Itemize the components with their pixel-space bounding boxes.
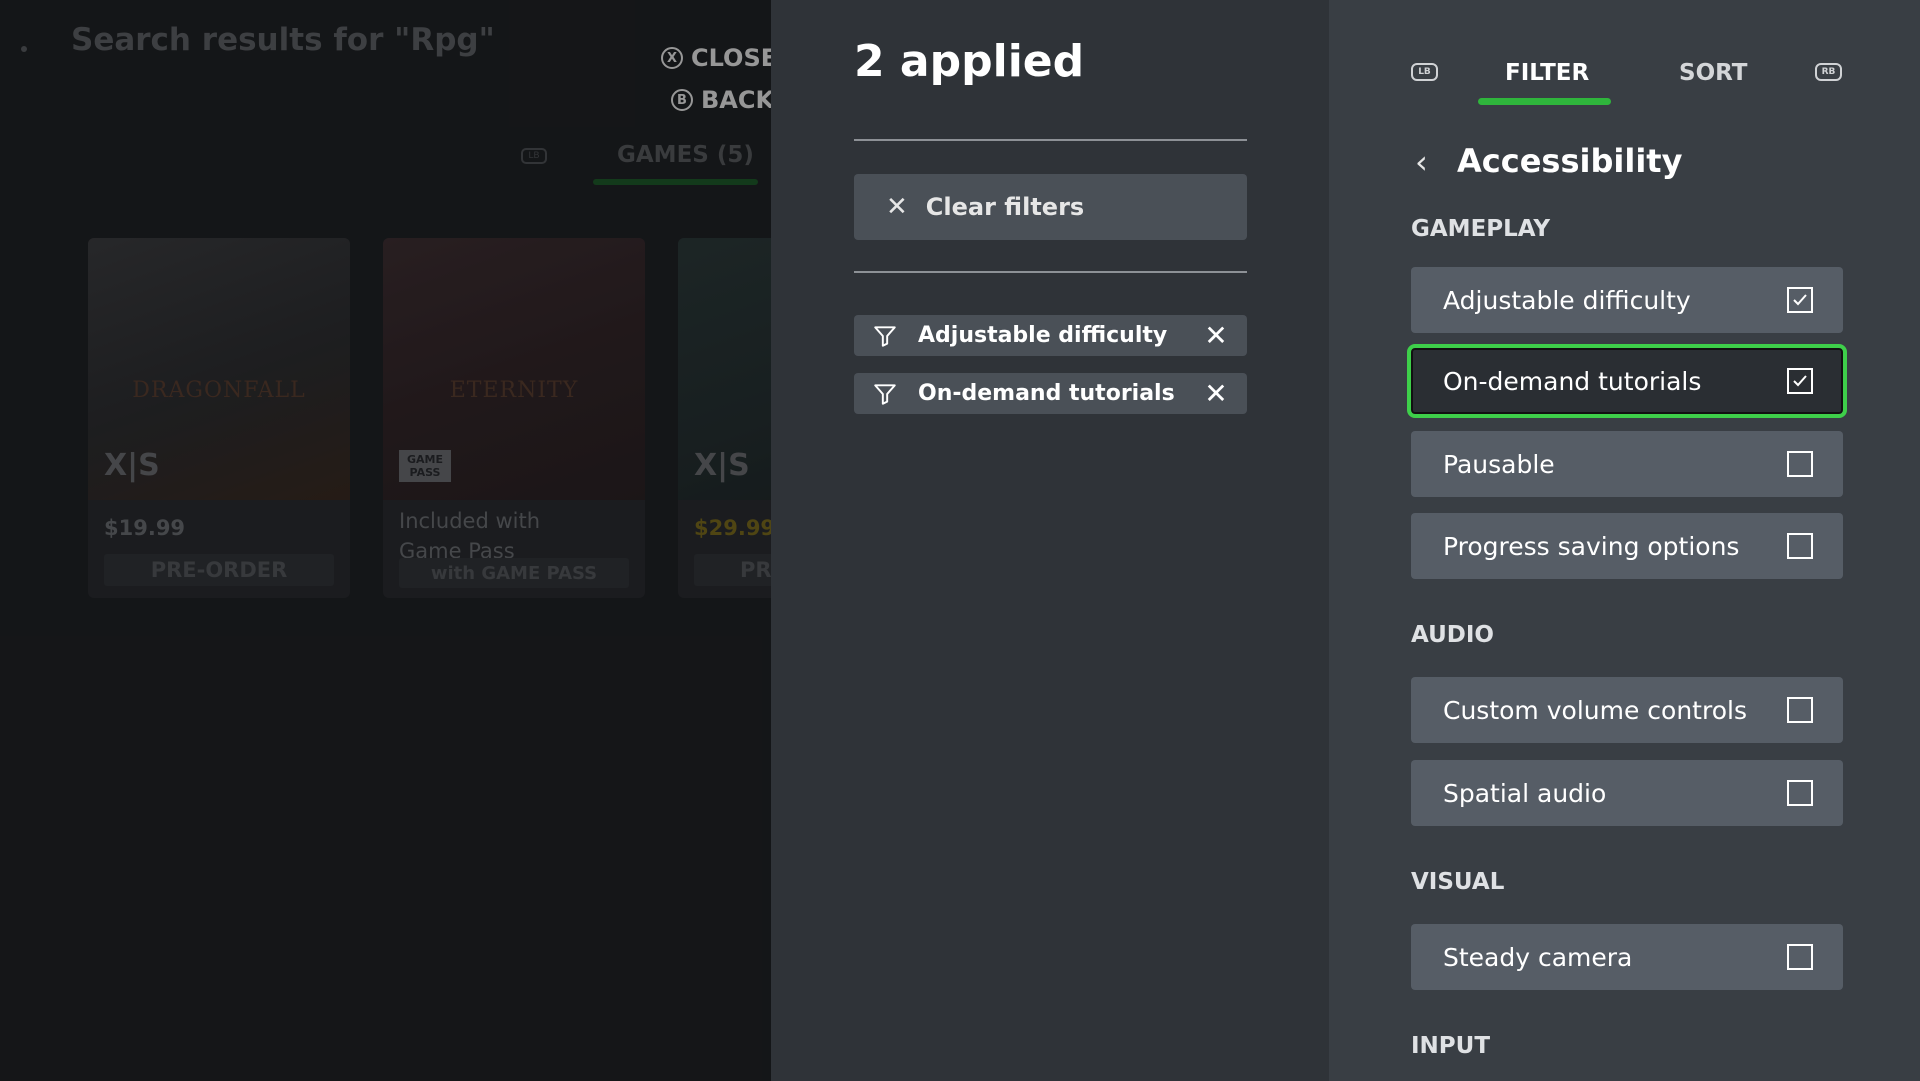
checkbox-checked-icon[interactable] (1787, 287, 1813, 313)
filter-funnel-icon (874, 325, 896, 347)
cover-title: ETERNITY (449, 378, 579, 403)
applied-count-title: 2 applied (854, 36, 1085, 87)
filter-option-focused[interactable]: On-demand tutorials (1407, 344, 1847, 418)
game-pass-button[interactable]: with GAME PASS (399, 558, 629, 588)
applied-filters-panel: 2 applied ✕ Clear filters Adjustable dif… (771, 0, 1329, 1081)
close-hint[interactable]: X CLOSE (661, 44, 771, 72)
xbox-series-badge: X|S (694, 448, 750, 483)
filter-funnel-icon (874, 383, 896, 405)
divider (854, 139, 1247, 141)
chip-label: Adjustable difficulty (918, 323, 1168, 348)
applied-filter-chip[interactable]: On-demand tutorials ✕ (854, 373, 1247, 414)
group-label-gameplay: GAMEPLAY (1411, 216, 1551, 242)
cover-title: DRAGONFALL (132, 378, 306, 403)
remove-filter-icon[interactable]: ✕ (1195, 315, 1237, 356)
preorder-button[interactable]: PRE-ORDER (104, 554, 334, 586)
option-label: Custom volume controls (1443, 695, 1747, 725)
game-card[interactable]: ETERNITY GAME PASS Included with Game Pa… (383, 238, 645, 598)
active-tab-underline (1478, 98, 1611, 105)
checkbox-unchecked-icon[interactable] (1787, 533, 1813, 559)
lb-bumper-icon[interactable]: LB (1411, 63, 1438, 81)
tab-games[interactable]: GAMES (5) (617, 142, 754, 168)
option-label: Spatial audio (1443, 778, 1607, 808)
option-label: Steady camera (1443, 942, 1633, 972)
section-heading: Accessibility (1457, 142, 1683, 180)
game-price: $19.99 (104, 516, 186, 540)
filter-options-panel: LB FILTER SORT RB ‹ Accessibility GAMEPL… (1329, 0, 1920, 1081)
preorder-button[interactable]: PR (694, 554, 771, 586)
close-icon: ✕ (886, 192, 908, 222)
filter-option[interactable]: Spatial audio (1411, 760, 1843, 826)
lb-bumper-icon: LB (521, 148, 547, 164)
tab-sort[interactable]: SORT (1679, 60, 1747, 86)
game-card[interactable]: X|S $29.99 PR (678, 238, 771, 598)
filter-option[interactable]: Progress saving options (1411, 513, 1843, 579)
clear-filters-button[interactable]: ✕ Clear filters (854, 174, 1247, 240)
game-pass-badge: GAME PASS (399, 450, 451, 482)
close-hint-label: CLOSE (691, 44, 771, 72)
back-hint-label: BACK (701, 86, 771, 114)
filter-option[interactable]: Custom volume controls (1411, 677, 1843, 743)
applied-filter-chip[interactable]: Adjustable difficulty ✕ (854, 315, 1247, 356)
remove-filter-icon[interactable]: ✕ (1195, 373, 1237, 414)
back-hint[interactable]: B BACK (671, 86, 771, 114)
checkbox-unchecked-icon[interactable] (1787, 697, 1813, 723)
checkbox-unchecked-icon[interactable] (1787, 780, 1813, 806)
game-card[interactable]: DRAGONFALL X|S $19.99 PRE-ORDER (88, 238, 350, 598)
option-label: Pausable (1443, 449, 1555, 479)
option-label: Adjustable difficulty (1443, 285, 1691, 315)
group-label-visual: VISUAL (1411, 869, 1505, 895)
checkbox-unchecked-icon[interactable] (1787, 944, 1813, 970)
gp-text-line1: Included with (399, 509, 541, 533)
clear-filters-label: Clear filters (925, 193, 1085, 221)
xbox-series-badge: X|S (104, 448, 160, 483)
option-label: On-demand tutorials (1443, 366, 1702, 396)
game-pass-included-text: Included with Game Pass (399, 506, 540, 566)
chip-label: On-demand tutorials (918, 381, 1175, 406)
game-price: $29.99 (694, 516, 771, 540)
b-button-icon: B (671, 89, 693, 111)
checkbox-unchecked-icon[interactable] (1787, 451, 1813, 477)
filter-option[interactable]: Pausable (1411, 431, 1843, 497)
group-label-input: INPUT (1411, 1033, 1491, 1059)
divider (854, 271, 1247, 273)
rb-bumper-icon[interactable]: RB (1815, 63, 1842, 81)
games-tab-underline (593, 179, 758, 185)
filter-option[interactable]: Adjustable difficulty (1411, 267, 1843, 333)
status-dot (21, 46, 27, 52)
x-button-icon: X (661, 47, 683, 69)
search-results-background: Search results for "Rpg" X CLOSE B BACK … (0, 0, 771, 1081)
tab-filter[interactable]: FILTER (1505, 60, 1589, 86)
chevron-left-icon[interactable]: ‹ (1415, 143, 1428, 181)
checkbox-checked-icon[interactable] (1787, 368, 1813, 394)
search-results-title: Search results for "Rpg" (71, 22, 495, 58)
group-label-audio: AUDIO (1411, 622, 1494, 648)
option-label: Progress saving options (1443, 531, 1740, 561)
filter-option[interactable]: Steady camera (1411, 924, 1843, 990)
